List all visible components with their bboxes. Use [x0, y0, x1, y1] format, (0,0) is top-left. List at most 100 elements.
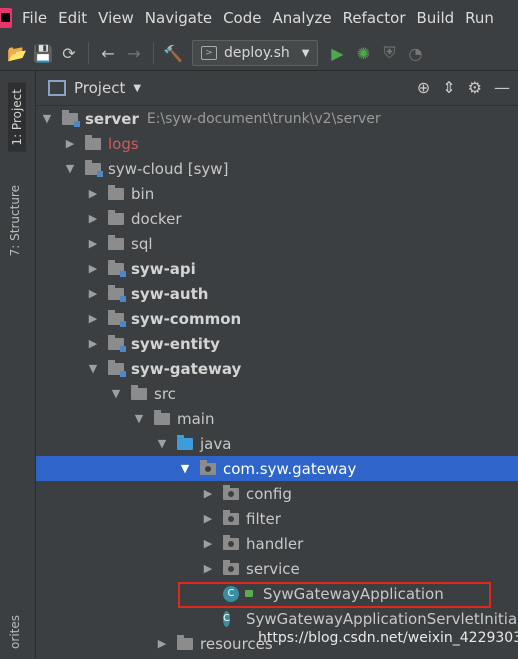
tree-node-syw-gateway[interactable]: ▼ syw-gateway: [36, 356, 518, 381]
collapsed-arrow-icon[interactable]: ▶: [201, 512, 215, 525]
gear-icon[interactable]: ⚙: [468, 78, 482, 97]
expanded-arrow-icon[interactable]: ▼: [155, 437, 169, 450]
collapse-all-icon[interactable]: ⇕: [442, 78, 455, 97]
menu-navigate[interactable]: Navigate: [145, 9, 212, 27]
tree-node-java[interactable]: ▼ java: [36, 431, 518, 456]
folder-icon: [108, 234, 124, 250]
node-label: syw-auth: [131, 284, 209, 303]
tree-node-syw-gateway-application-servlet-initializer[interactable]: C SywGatewayApplicationServletInitializ: [36, 606, 518, 631]
node-label: service: [246, 559, 300, 578]
hide-minus-icon[interactable]: —: [494, 78, 510, 97]
collapsed-arrow-icon[interactable]: ▶: [201, 487, 215, 500]
project-panel: Project ▼ ⊕ ⇕ ⚙ — ▼ server E:\syw-docume…: [36, 71, 518, 659]
collapsed-arrow-icon[interactable]: ▶: [86, 337, 100, 350]
forward-arrow-icon[interactable]: →: [121, 40, 147, 66]
menu-bar: File Edit View Navigate Code Analyze Ref…: [0, 0, 518, 36]
collapsed-arrow-icon[interactable]: ▶: [201, 562, 215, 575]
collapsed-arrow-icon[interactable]: ▶: [63, 137, 77, 150]
node-label: syw-common: [131, 309, 242, 328]
expanded-arrow-icon[interactable]: ▼: [63, 162, 77, 175]
module-folder-icon: [85, 159, 103, 177]
menu-analyze[interactable]: Analyze: [272, 9, 331, 27]
collapsed-arrow-icon[interactable]: ▶: [86, 187, 100, 200]
package-icon: [223, 559, 239, 575]
package-icon: [223, 534, 239, 550]
node-label: filter: [246, 509, 281, 528]
package-icon: [200, 459, 216, 475]
highlight-box: [178, 582, 491, 608]
collapsed-arrow-icon[interactable]: ▶: [86, 287, 100, 300]
node-label: logs: [108, 134, 139, 153]
tree-node-syw-common[interactable]: ▶ syw-common: [36, 306, 518, 331]
collapsed-arrow-icon[interactable]: ▶: [86, 237, 100, 250]
collapsed-arrow-icon[interactable]: ▶: [86, 262, 100, 275]
menu-view[interactable]: View: [98, 9, 134, 27]
intellij-logo-icon: [0, 8, 12, 28]
module-folder-icon: [108, 259, 126, 277]
collapsed-arrow-icon[interactable]: ▶: [86, 312, 100, 325]
expanded-arrow-icon[interactable]: ▼: [86, 362, 100, 375]
tree-node-docker[interactable]: ▶ docker: [36, 206, 518, 231]
coverage-icon[interactable]: ⛨: [376, 40, 402, 66]
node-label: handler: [246, 534, 304, 553]
tree-node-config[interactable]: ▶ config: [36, 481, 518, 506]
tree-node-syw-auth[interactable]: ▶ syw-auth: [36, 281, 518, 306]
save-icon[interactable]: 💾: [30, 40, 56, 66]
tree-node-logs[interactable]: ▶ logs: [36, 131, 518, 156]
tab-structure[interactable]: 7: Structure: [8, 185, 22, 256]
tree-node-server[interactable]: ▼ server E:\syw-document\trunk\v2\server: [36, 106, 518, 131]
open-folder-icon[interactable]: 📂: [4, 40, 30, 66]
menu-run[interactable]: Run: [465, 9, 494, 27]
project-view-icon: [48, 80, 66, 96]
tree-node-filter[interactable]: ▶ filter: [36, 506, 518, 531]
debug-bug-icon[interactable]: ✺: [350, 40, 376, 66]
build-hammer-icon[interactable]: 🔨: [160, 40, 186, 66]
expanded-arrow-icon[interactable]: ▼: [40, 112, 54, 125]
toolbar-divider: [153, 42, 154, 64]
collapsed-arrow-icon[interactable]: ▶: [155, 637, 169, 650]
run-configuration-label: deploy.sh: [224, 45, 290, 61]
sync-icon[interactable]: ⟳: [56, 40, 82, 66]
collapsed-arrow-icon[interactable]: ▶: [86, 212, 100, 225]
menu-build[interactable]: Build: [417, 9, 455, 27]
collapsed-arrow-icon[interactable]: ▶: [201, 537, 215, 550]
folder-icon: [108, 184, 124, 200]
node-label: SywGatewayApplicationServletInitializ: [245, 609, 518, 628]
module-folder-icon: [108, 309, 126, 327]
tree-node-syw-cloud[interactable]: ▼ syw-cloud [syw]: [36, 156, 518, 181]
menu-refactor[interactable]: Refactor: [343, 9, 406, 27]
menu-code[interactable]: Code: [223, 9, 261, 27]
menu-edit[interactable]: Edit: [58, 9, 87, 27]
tree-node-main[interactable]: ▼ main: [36, 406, 518, 431]
expanded-arrow-icon[interactable]: ▼: [109, 387, 123, 400]
tab-project[interactable]: 1: Project: [8, 83, 26, 152]
tree-node-bin[interactable]: ▶ bin: [36, 181, 518, 206]
module-folder-icon: [62, 109, 80, 127]
tree-node-com-syw-gateway[interactable]: ▼ com.syw.gateway: [36, 456, 518, 481]
project-panel-header[interactable]: Project ▼ ⊕ ⇕ ⚙ —: [36, 71, 518, 106]
tab-favorites[interactable]: orites: [8, 615, 22, 649]
node-label: sql: [131, 234, 153, 253]
tree-node-src[interactable]: ▼ src: [36, 381, 518, 406]
tree-node-sql[interactable]: ▶ sql: [36, 231, 518, 256]
tree-node-syw-entity[interactable]: ▶ syw-entity: [36, 331, 518, 356]
node-label: syw-cloud [syw]: [108, 159, 229, 178]
locate-target-icon[interactable]: ⊕: [417, 78, 430, 97]
tree-node-service[interactable]: ▶ service: [36, 556, 518, 581]
resources-folder-icon: [177, 634, 193, 650]
chevron-down-icon[interactable]: ▼: [133, 83, 141, 94]
tree-node-handler[interactable]: ▶ handler: [36, 531, 518, 556]
expanded-arrow-icon[interactable]: ▼: [178, 462, 192, 475]
module-folder-icon: [108, 334, 126, 352]
folder-icon: [108, 209, 124, 225]
profile-icon[interactable]: ◔: [402, 40, 428, 66]
expanded-arrow-icon[interactable]: ▼: [132, 412, 146, 425]
back-arrow-icon[interactable]: ←: [95, 40, 121, 66]
tree-node-syw-api[interactable]: ▶ syw-api: [36, 256, 518, 281]
run-icon[interactable]: ▶: [324, 40, 350, 66]
node-label: server: [85, 109, 139, 128]
run-configuration-select[interactable]: > deploy.sh ▼: [192, 40, 319, 66]
node-label: main: [177, 409, 215, 428]
node-label: syw-api: [131, 259, 196, 278]
menu-file[interactable]: File: [22, 9, 47, 27]
